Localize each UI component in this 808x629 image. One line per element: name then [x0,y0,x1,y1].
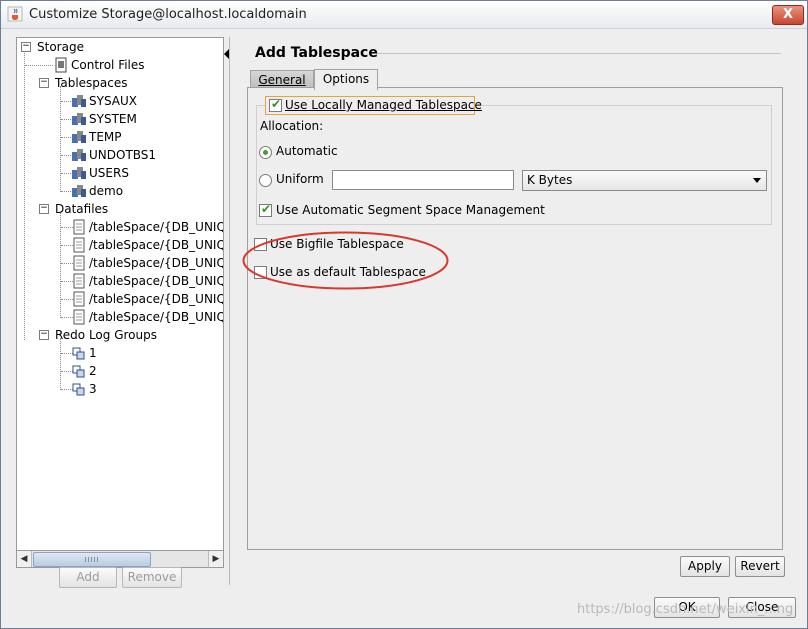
remove-button[interactable]: Remove [122,567,182,588]
tree-label: Control Files [71,58,145,72]
tab-label: Options [322,72,370,86]
watermark-text: https://blog.csdn.net/weixin_...ng [577,602,794,617]
tree-label: Storage [37,40,84,54]
tree-label: Tablespaces [55,76,128,90]
radio-circle [259,174,272,187]
revert-button[interactable]: Revert [735,556,785,577]
tablespace-icon [72,149,86,161]
tree-label: Datafiles [55,202,109,216]
allocation-label: Allocation: [260,119,324,133]
panel-heading: Add Tablespace [255,45,378,61]
apply-button[interactable]: Apply [680,556,730,577]
tablespace-icon [72,113,86,125]
tree-label: Redo Log Groups [55,328,157,342]
size-unit-select[interactable]: K Bytes [522,170,767,191]
chevron-down-icon [753,178,761,183]
tree-label: /tableSpace/{DB_UNIQU [89,310,224,324]
heading-divider [377,53,781,54]
tree-horizontal-scrollbar[interactable]: ◀ ▶ [16,550,224,568]
radio-label: Uniform [276,172,324,186]
storage-tree[interactable]: − Storage Control Files − Tablespaces SY… [16,37,224,553]
divider-line [229,37,230,585]
tablespace-icon [72,95,86,107]
select-value: K Bytes [527,173,573,187]
tree-label: /tableSpace/{DB_UNIQU [89,274,224,288]
tree-label: 2 [89,364,97,378]
tree-label: 1 [89,346,97,360]
collapse-icon[interactable]: − [39,204,49,214]
window-title: Customize Storage@localhost.localdomain [29,7,307,22]
tablespace-icon [72,131,86,143]
tab-options[interactable]: Options [314,69,378,90]
redo-log-icon [72,383,85,396]
uniform-size-input[interactable] [332,170,514,190]
tree-label: TEMP [89,130,122,144]
checkbox-box: ✔ [269,97,282,112]
add-button[interactable]: Add [59,567,117,588]
title-bar[interactable]: Customize Storage@localhost.localdomain … [1,1,807,29]
checkbox-label: Use Locally Managed Tablespace [285,98,482,112]
java-cup-icon [7,6,23,22]
tablespace-icon [72,185,86,197]
scrollbar-thumb[interactable] [33,552,151,567]
collapse-icon[interactable]: − [39,78,49,88]
tree-label: UNDOTBS1 [89,148,157,162]
scroll-left-icon[interactable]: ◀ [17,551,32,567]
collapse-icon[interactable]: − [21,42,31,52]
scroll-right-icon[interactable]: ▶ [208,551,223,567]
use-locally-managed-checkbox[interactable]: ✔ Use Locally Managed Tablespace [265,96,482,115]
tree-label: SYSTEM [89,112,137,126]
radio-selected-dot [263,150,268,155]
automatic-radio[interactable]: Automatic [259,144,339,160]
tree-label: USERS [89,166,129,180]
uniform-radio[interactable]: Uniform [259,172,329,188]
datafile-icon [73,273,85,289]
tab-label: General [258,73,306,87]
radio-circle [259,146,272,159]
tablespace-icon [72,167,86,179]
checkmark-icon: ✔ [271,97,282,111]
datafile-icon [73,309,85,325]
window-close-button[interactable]: X [772,5,804,25]
tree-label: 3 [89,382,97,396]
auto-segment-checkbox[interactable]: ✔ Use Automatic Segment Space Management [259,202,545,219]
tree-label: /tableSpace/{DB_UNIQU [89,220,224,234]
tree-label: /tableSpace/{DB_UNIQU [89,238,224,252]
checkbox-label: Use Automatic Segment Space Management [276,203,545,217]
datafile-icon [73,255,85,271]
checkbox-box: ✔ [259,202,272,217]
tree-label: /tableSpace/{DB_UNIQU [89,292,224,306]
red-annotation-ellipse [242,231,449,290]
checkmark-icon: ✔ [261,202,272,216]
datafile-icon [73,219,85,235]
grip-icon [85,557,99,562]
redo-log-icon [72,365,85,378]
redo-log-icon [72,347,85,360]
tree-label: /tableSpace/{DB_UNIQU [89,256,224,270]
collapse-icon[interactable]: − [39,330,49,340]
radio-label: Automatic [276,144,338,158]
control-file-icon [55,57,67,73]
datafile-icon [73,291,85,307]
datafile-icon [73,237,85,253]
tree-label: SYSAUX [89,94,137,108]
dialog-window: Customize Storage@localhost.localdomain … [0,0,808,629]
tree-label: demo [89,184,124,198]
